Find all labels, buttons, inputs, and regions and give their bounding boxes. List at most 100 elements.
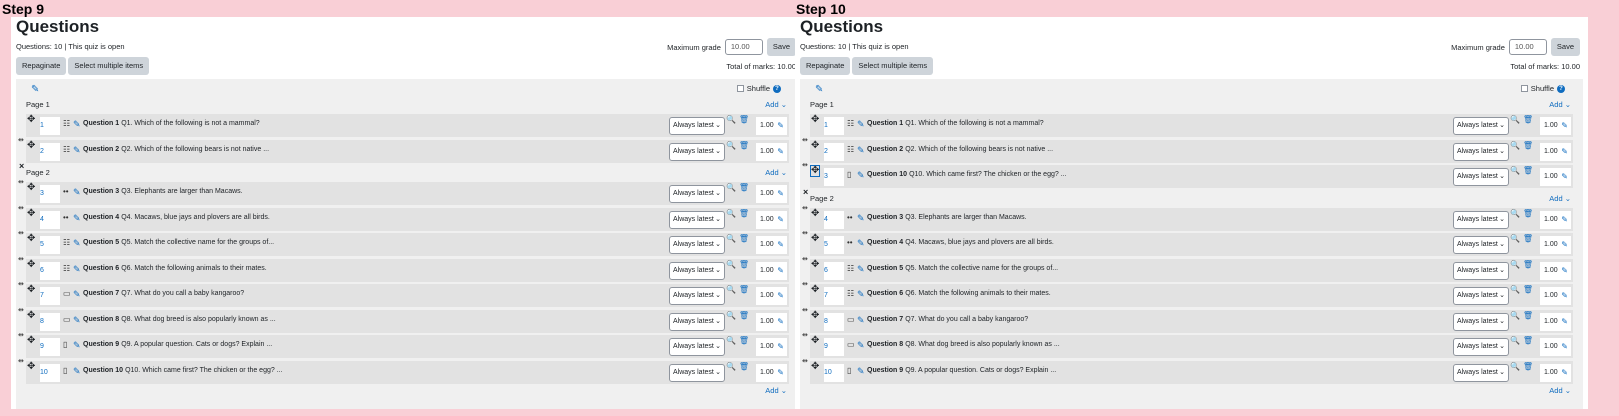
- move-icon[interactable]: ✥: [27, 361, 35, 372]
- select-multiple-button[interactable]: Select multiple items: [68, 57, 150, 75]
- page-break-icon[interactable]: ⇹: [802, 331, 808, 339]
- version-select[interactable]: Always latest ⌄: [669, 117, 725, 135]
- shuffle-checkbox[interactable]: [1520, 85, 1528, 92]
- page-break-icon[interactable]: ⇹: [802, 306, 808, 314]
- edit-mark-pencil-icon[interactable]: ✎: [777, 338, 784, 356]
- preview-icon[interactable]: 🔍: [726, 362, 736, 371]
- delete-icon[interactable]: 🗑: [739, 285, 749, 294]
- question-name[interactable]: Question 8: [867, 341, 903, 348]
- version-select[interactable]: Always latest ⌄: [1453, 363, 1509, 382]
- version-select[interactable]: Always latest ⌄: [669, 287, 725, 305]
- preview-icon[interactable]: 🔍: [726, 285, 736, 294]
- edit-question-pencil-icon[interactable]: ✎: [73, 187, 81, 198]
- page-break-icon[interactable]: ⇹: [18, 178, 24, 186]
- delete-icon[interactable]: 🗑: [1523, 209, 1533, 218]
- move-icon[interactable]: ✥: [811, 234, 819, 244]
- edit-question-pencil-icon[interactable]: ✎: [857, 315, 865, 326]
- question-name[interactable]: Question 4: [867, 239, 903, 246]
- delete-icon[interactable]: 🗑: [1523, 141, 1533, 150]
- max-mark[interactable]: 1.00 ✎: [756, 142, 787, 161]
- move-icon[interactable]: ✥: [811, 310, 819, 321]
- move-icon[interactable]: ✥: [27, 115, 35, 125]
- edit-mark-pencil-icon[interactable]: ✎: [777, 211, 784, 229]
- delete-icon[interactable]: 🗑: [1523, 234, 1533, 243]
- help-icon[interactable]: ?: [773, 84, 781, 93]
- edit-question-pencil-icon[interactable]: ✎: [857, 170, 865, 181]
- page-break-icon[interactable]: ⇹: [18, 204, 24, 212]
- question-name[interactable]: Question 3: [867, 214, 903, 221]
- page-break-icon[interactable]: ⇹: [18, 306, 24, 314]
- max-grade-input[interactable]: 10.00: [1508, 39, 1547, 55]
- question-name[interactable]: Question 6: [867, 290, 903, 297]
- preview-icon[interactable]: 🔍: [726, 311, 736, 320]
- save-button[interactable]: Save: [1550, 38, 1580, 56]
- delete-icon[interactable]: 🗑: [739, 141, 749, 150]
- question-name[interactable]: Question 9: [867, 367, 903, 374]
- edit-mark-pencil-icon[interactable]: ✎: [1561, 313, 1568, 331]
- edit-question-pencil-icon[interactable]: ✎: [857, 238, 865, 249]
- move-icon[interactable]: ✥: [27, 234, 35, 244]
- save-button[interactable]: Save: [766, 38, 796, 56]
- version-select[interactable]: Always latest ⌄: [669, 338, 725, 356]
- edit-question-pencil-icon[interactable]: ✎: [73, 315, 81, 326]
- edit-question-pencil-icon[interactable]: ✎: [857, 119, 865, 130]
- add-menu-link[interactable]: Add ⌄: [765, 100, 787, 109]
- edit-mark-pencil-icon[interactable]: ✎: [1561, 338, 1568, 356]
- version-select[interactable]: Always latest ⌄: [1453, 168, 1509, 186]
- page-break-icon[interactable]: ⇹: [18, 229, 24, 237]
- edit-question-pencil-icon[interactable]: ✎: [73, 145, 81, 156]
- page-break-icon[interactable]: ⇹: [802, 136, 808, 144]
- move-icon[interactable]: ✥: [27, 259, 35, 270]
- question-name[interactable]: Question 10: [867, 171, 907, 178]
- move-icon[interactable]: ✥: [27, 208, 35, 219]
- move-icon[interactable]: ✥: [811, 259, 819, 270]
- move-icon[interactable]: ✥: [811, 361, 819, 372]
- edit-question-pencil-icon[interactable]: ✎: [857, 213, 865, 224]
- add-menu-link[interactable]: Add ⌄: [765, 168, 787, 177]
- delete-icon[interactable]: 🗑: [1523, 115, 1533, 124]
- max-mark[interactable]: 1.00 ✎: [1540, 287, 1571, 305]
- delete-icon[interactable]: 🗑: [1523, 336, 1533, 345]
- page-break-icon[interactable]: ⇹: [18, 280, 24, 288]
- question-name[interactable]: Question 2: [867, 146, 903, 153]
- max-mark[interactable]: 1.00 ✎: [1540, 236, 1571, 254]
- edit-question-pencil-icon[interactable]: ✎: [73, 238, 81, 249]
- preview-icon[interactable]: 🔍: [1510, 362, 1520, 371]
- max-mark[interactable]: 1.00 ✎: [756, 363, 787, 382]
- edit-mark-pencil-icon[interactable]: ✎: [1561, 236, 1568, 254]
- repaginate-button[interactable]: Repaginate: [16, 57, 67, 75]
- version-select[interactable]: Always latest ⌄: [1453, 236, 1509, 254]
- version-select[interactable]: Always latest ⌄: [669, 142, 725, 161]
- question-name[interactable]: Question 1: [867, 120, 903, 127]
- page-break-icon[interactable]: ⇹: [802, 229, 808, 237]
- question-name[interactable]: Question 4: [83, 214, 119, 221]
- preview-icon[interactable]: 🔍: [1510, 336, 1520, 345]
- preview-icon[interactable]: 🔍: [1510, 311, 1520, 320]
- version-select[interactable]: Always latest ⌄: [669, 210, 725, 229]
- remove-page-break-icon[interactable]: ×: [803, 187, 808, 197]
- max-mark[interactable]: 1.00 ✎: [756, 338, 787, 356]
- delete-icon[interactable]: 🗑: [739, 209, 749, 218]
- question-name[interactable]: Question 2: [83, 146, 119, 153]
- edit-mark-pencil-icon[interactable]: ✎: [777, 262, 784, 280]
- delete-icon[interactable]: 🗑: [1523, 362, 1533, 371]
- edit-mark-pencil-icon[interactable]: ✎: [1561, 117, 1568, 135]
- edit-mark-pencil-icon[interactable]: ✎: [777, 143, 784, 161]
- max-mark[interactable]: 1.00 ✎: [1540, 210, 1571, 229]
- max-mark[interactable]: 1.00 ✎: [1540, 142, 1571, 161]
- max-mark[interactable]: 1.00 ✎: [1540, 168, 1571, 186]
- page-break-icon[interactable]: ⇹: [18, 357, 24, 365]
- edit-section-pencil-icon[interactable]: ✎: [31, 84, 39, 95]
- max-mark[interactable]: 1.00 ✎: [756, 117, 787, 135]
- question-name[interactable]: Question 5: [867, 265, 903, 272]
- move-icon[interactable]: ✥: [811, 115, 819, 125]
- max-mark[interactable]: 1.00 ✎: [756, 261, 787, 280]
- edit-question-pencil-icon[interactable]: ✎: [857, 366, 865, 377]
- edit-mark-pencil-icon[interactable]: ✎: [777, 236, 784, 254]
- version-select[interactable]: Always latest ⌄: [669, 363, 725, 382]
- help-icon[interactable]: ?: [1557, 84, 1565, 93]
- delete-icon[interactable]: 🗑: [1523, 260, 1533, 269]
- preview-icon[interactable]: 🔍: [1510, 115, 1520, 124]
- version-select[interactable]: Always latest ⌄: [669, 312, 725, 331]
- page-break-icon[interactable]: ⇹: [802, 161, 808, 169]
